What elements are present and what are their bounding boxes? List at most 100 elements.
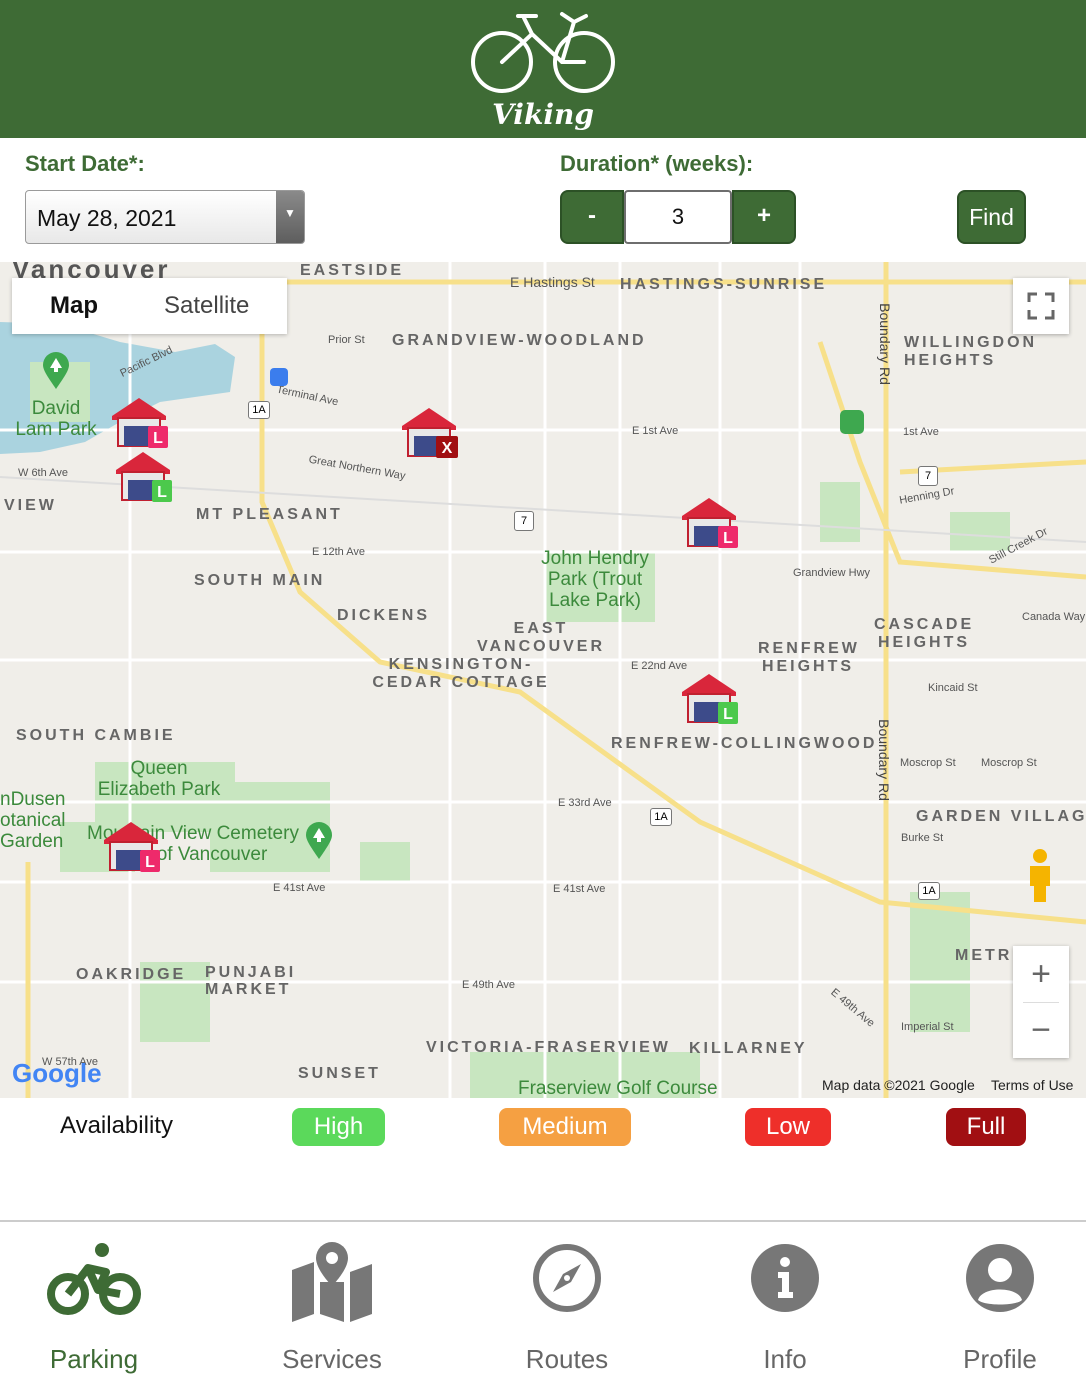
svg-text:L: L <box>723 530 733 547</box>
user-icon <box>966 1244 1034 1312</box>
street-moscrop-2: Moscrop St <box>981 757 1037 769</box>
tab-parking-label: Parking <box>49 1344 139 1374</box>
google-logo: Google <box>12 1058 102 1088</box>
tab-map[interactable]: Map <box>50 292 98 320</box>
tab-routes[interactable]: Routes <box>477 1222 657 1382</box>
find-button[interactable]: Find <box>957 190 1026 244</box>
street-grandview-hwy: Grandview Hwy <box>793 567 871 579</box>
street-e-12th: E 12th Ave <box>312 546 366 558</box>
area-victoria-fraserview: VICTORIA-FRASERVIEW <box>426 1039 671 1056</box>
tab-services[interactable]: Services <box>242 1222 422 1382</box>
street-1st-ave: 1st Ave <box>903 426 939 438</box>
tab-profile-label: Profile <box>963 1344 1037 1374</box>
legend-title: Availability <box>60 1112 173 1139</box>
parking-marker-2[interactable]: L <box>114 450 172 502</box>
tab-info-label: Info <box>763 1344 807 1374</box>
route-shield-1a-2: 1A <box>650 808 672 826</box>
area-hastings-sunrise: HASTINGS-SUNRISE <box>620 276 828 293</box>
area-south-main: SOUTH MAIN <box>194 572 326 589</box>
area-south-cambie: SOUTH CAMBIE <box>16 727 176 744</box>
park-david-lam: David Lam Park <box>15 398 97 440</box>
zoom-out-button[interactable]: − <box>1013 1002 1069 1058</box>
street-boundary-2: Boundary Rd <box>875 719 892 801</box>
parking-marker-5[interactable]: L <box>680 672 738 724</box>
app-name: Viking <box>492 98 594 131</box>
street-canada-way: Canada Way <box>1022 611 1086 623</box>
hospital-icon <box>840 410 864 434</box>
area-view: VIEW <box>4 497 57 514</box>
area-kensington-cedar-cottage: KENSINGTON-CEDAR COTTAGE <box>372 656 550 691</box>
street-e-41st-b: E 41st Ave <box>553 883 606 895</box>
route-shield-7-2: 7 <box>918 466 938 486</box>
fullscreen-icon <box>1027 292 1055 320</box>
decrement-duration-button[interactable]: - <box>560 190 624 244</box>
increment-duration-button[interactable]: + <box>732 190 796 244</box>
street-e-41st-a: E 41st Ave <box>273 882 326 894</box>
map-view[interactable]: Vancouver EASTSIDE HASTINGS-SUNRISE GRAN… <box>0 262 1086 1098</box>
park-fraserview-golf: Fraserview Golf Course <box>518 1078 718 1098</box>
street-burke: Burke St <box>901 832 944 844</box>
start-date-select[interactable]: May 28, 2021 ▼ <box>25 190 305 244</box>
area-oakridge: OAKRIDGE <box>76 966 187 983</box>
compass-icon <box>533 1244 601 1312</box>
tab-parking[interactable]: Parking <box>4 1222 184 1382</box>
park-vandusen: nDusen otanical Garden <box>0 789 66 852</box>
area-east-vancouver: EAST VANCOUVER <box>476 620 606 655</box>
zoom-in-button[interactable]: + <box>1013 946 1069 1002</box>
tree-pin-icon <box>43 352 69 389</box>
area-mt-pleasant: MT PLEASANT <box>196 506 343 523</box>
transit-station-icon <box>270 368 288 386</box>
tab-services-label: Services <box>282 1344 382 1374</box>
viking-logo: Viking <box>462 4 624 134</box>
area-garden-village: GARDEN VILLAGE <box>916 808 1086 825</box>
area-willingdon-heights: WILLINGDON HEIGHTS <box>904 334 1038 369</box>
zoom-controls: + − <box>1013 946 1069 1058</box>
street-moscrop-1: Moscrop St <box>900 757 956 769</box>
street-e-33rd: E 33rd Ave <box>558 797 612 809</box>
map-type-tabs: Map Satellite <box>12 278 287 334</box>
parking-marker-3[interactable]: X <box>400 406 458 458</box>
parking-marker-1[interactable]: L <box>110 396 168 448</box>
svg-text:L: L <box>723 706 733 723</box>
bicycle-icon <box>47 1243 141 1315</box>
terms-link[interactable]: Terms of Use <box>991 1077 1073 1093</box>
fullscreen-button[interactable] <box>1013 278 1069 334</box>
svg-text:X: X <box>442 440 453 457</box>
tab-profile[interactable]: Profile <box>910 1222 1086 1382</box>
legend-high: High <box>292 1108 385 1146</box>
duration-label: Duration* (weeks): <box>560 151 754 176</box>
street-e-22nd: E 22nd Ave <box>631 660 688 672</box>
bicycle-logo-icon <box>471 12 615 93</box>
area-cascade-heights: CASCADE HEIGHTS <box>874 616 975 651</box>
start-date-value: May 28, 2021 <box>37 205 177 231</box>
info-icon <box>751 1244 819 1312</box>
route-shield-1a-3: 1A <box>918 882 940 900</box>
street-w-6th: W 6th Ave <box>18 467 68 479</box>
parking-marker-4[interactable]: L <box>680 496 738 548</box>
area-killarney: KILLARNEY <box>689 1040 808 1057</box>
app-header: Viking <box>0 0 1086 138</box>
tab-info[interactable]: Info <box>695 1222 875 1382</box>
street-kincaid: Kincaid St <box>928 682 978 694</box>
duration-input[interactable]: 3 <box>624 190 732 244</box>
park-queen-elizabeth: Queen Elizabeth Park <box>97 758 221 800</box>
route-shield-1a: 1A <box>248 401 270 419</box>
map-attribution: Map data ©2021 Google <box>822 1077 975 1093</box>
parking-marker-6[interactable]: L <box>102 820 160 872</box>
chevron-down-icon: ▼ <box>276 191 304 243</box>
pegman-icon[interactable] <box>1018 846 1062 906</box>
map-pin-icon <box>292 1242 372 1322</box>
svg-text:L: L <box>145 854 155 871</box>
legend-low: Low <box>745 1108 831 1146</box>
route-shield-7: 7 <box>514 511 534 531</box>
area-renfrew-heights: RENFREW HEIGHTS <box>758 640 860 675</box>
area-dickens: DICKENS <box>337 607 431 624</box>
area-punjabi-market: PUNJABI MARKET <box>205 964 297 998</box>
street-prior: Prior St <box>328 334 365 346</box>
area-renfrew-collingwood: RENFREW-COLLINGWOOD <box>611 735 878 752</box>
legend-full: Full <box>946 1108 1026 1146</box>
street-e-hastings: E Hastings St <box>510 274 595 290</box>
street-boundary-1: Boundary Rd <box>876 303 893 385</box>
tab-satellite[interactable]: Satellite <box>164 292 249 320</box>
tab-routes-label: Routes <box>525 1344 609 1374</box>
